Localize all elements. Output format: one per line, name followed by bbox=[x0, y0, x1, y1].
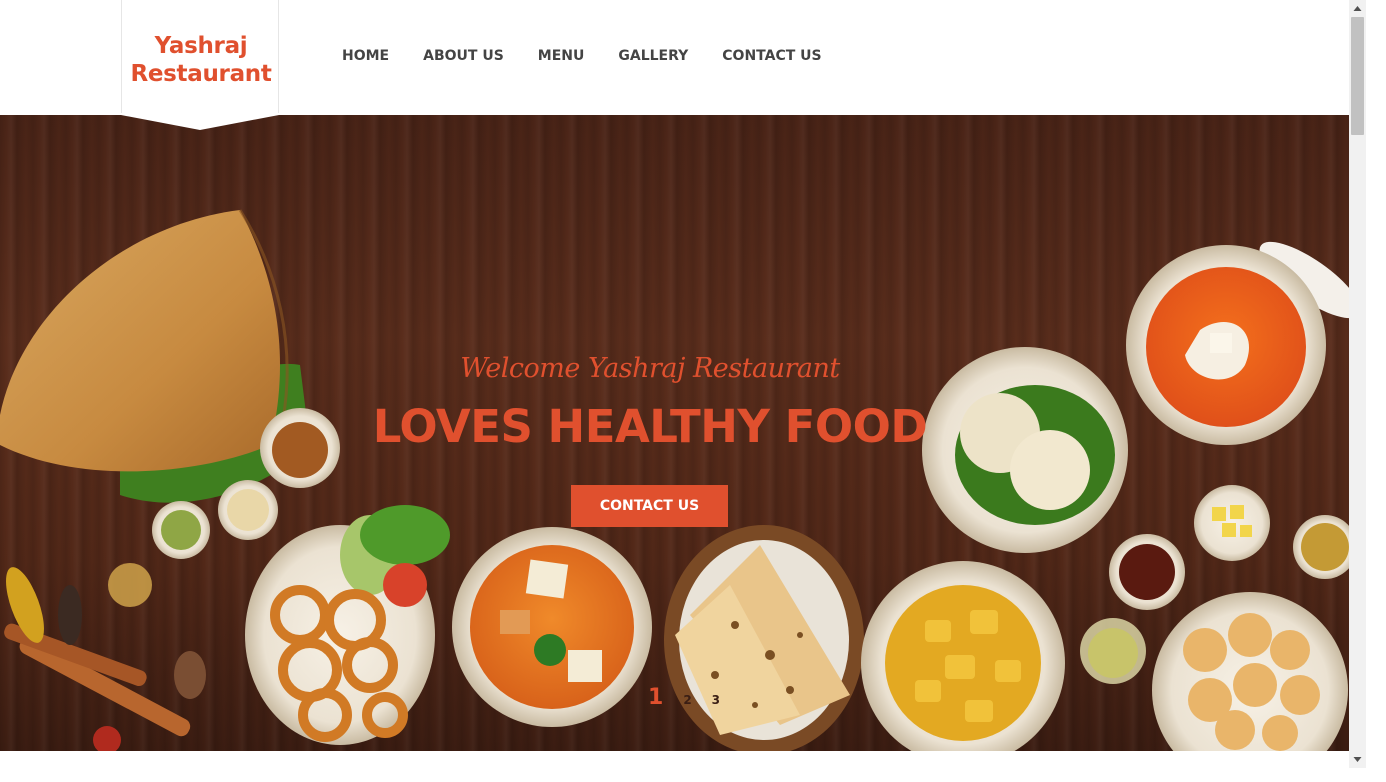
slider-pagination: 1 2 3 bbox=[648, 685, 740, 710]
logo-ribbon bbox=[121, 113, 279, 130]
triangle-down-icon[interactable] bbox=[1349, 751, 1366, 768]
hero-slider: Welcome Yashraj Restaurant LOVES HEALTHY… bbox=[0, 115, 1349, 751]
logo[interactable]: Yashraj Restaurant bbox=[121, 0, 279, 114]
main-nav: HOME ABOUT US MENU GALLERY CONTACT US bbox=[342, 47, 856, 65]
nav-about-us[interactable]: ABOUT US bbox=[423, 47, 504, 65]
nav-gallery[interactable]: GALLERY bbox=[618, 47, 688, 65]
slide-3-dot[interactable]: 3 bbox=[712, 693, 720, 707]
logo-text: Yashraj Restaurant bbox=[122, 32, 280, 88]
contact-us-button[interactable]: CONTACT US bbox=[571, 485, 728, 527]
nav-home[interactable]: HOME bbox=[342, 47, 389, 65]
logo-line-2: Restaurant bbox=[130, 61, 272, 87]
site-header: Yashraj Restaurant HOME ABOUT US MENU GA… bbox=[0, 0, 1349, 130]
vertical-scrollbar[interactable] bbox=[1349, 0, 1366, 768]
nav-contact-us[interactable]: CONTACT US bbox=[722, 47, 821, 65]
nav-menu[interactable]: MENU bbox=[538, 47, 585, 65]
slide-1-dot[interactable]: 1 bbox=[648, 685, 663, 710]
hero-headline: LOVES HEALTHY FOOD bbox=[372, 400, 928, 453]
triangle-up-icon[interactable] bbox=[1349, 0, 1366, 17]
logo-line-1: Yashraj bbox=[154, 33, 248, 59]
hero-tagline: Welcome Yashraj Restaurant bbox=[460, 353, 840, 384]
scrollbar-thumb[interactable] bbox=[1351, 17, 1364, 135]
slide-2-dot[interactable]: 2 bbox=[683, 693, 691, 707]
